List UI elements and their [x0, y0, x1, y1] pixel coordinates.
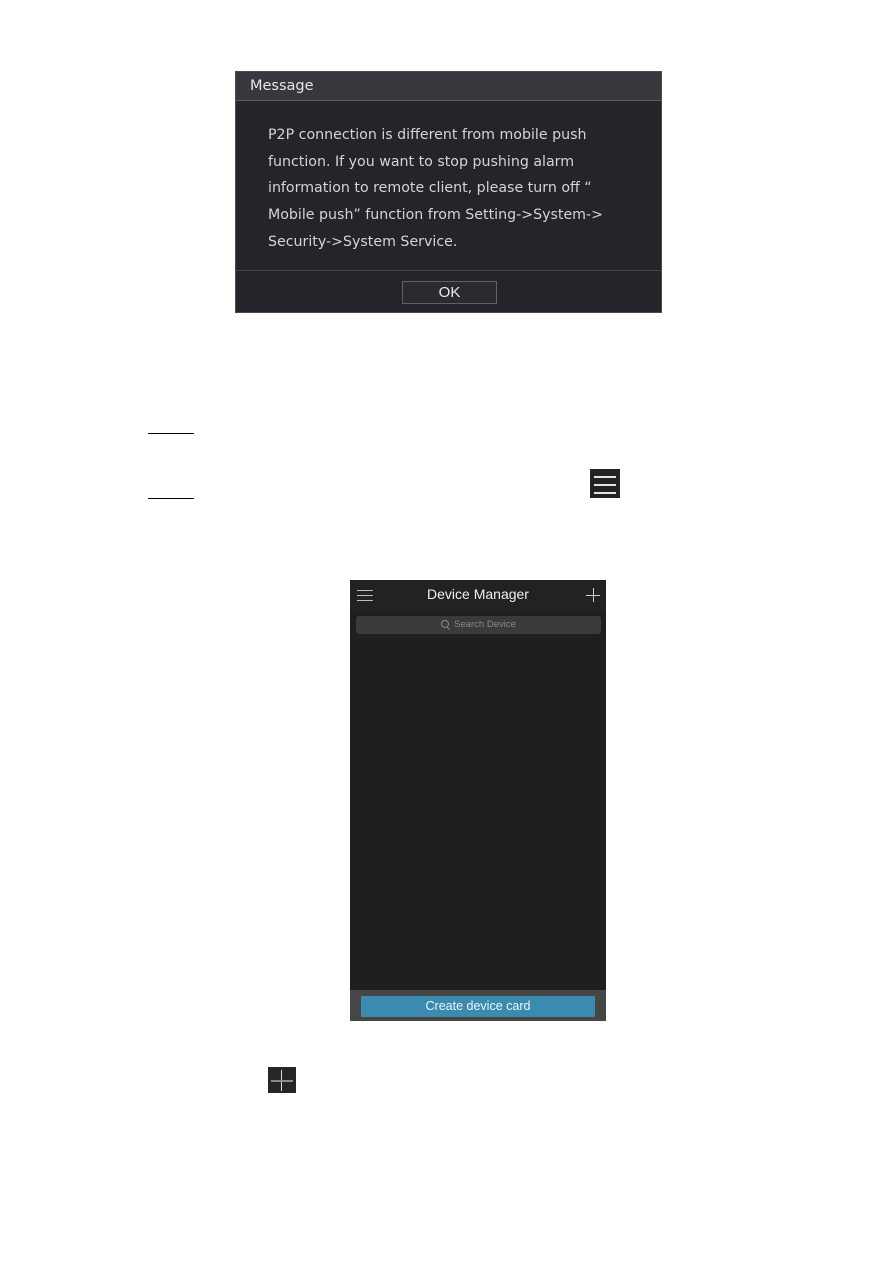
device-list	[350, 638, 606, 990]
step-underline	[148, 433, 194, 434]
plus-icon	[268, 1067, 296, 1093]
message-line: Security->System Service.	[268, 233, 458, 250]
menu-icon-bar	[594, 492, 616, 494]
ok-button[interactable]: OK	[402, 281, 497, 304]
step-underline	[148, 498, 194, 499]
dialog-title: Message	[236, 72, 661, 101]
nav-bar: Device Manager	[350, 580, 606, 611]
page-title: Device Manager	[427, 586, 529, 602]
footer-bar: Create device card	[350, 990, 606, 1021]
device-manager-screen: Device Manager Search Device Create devi…	[350, 580, 606, 1021]
plus-icon[interactable]	[586, 588, 600, 602]
menu-icon-bar	[594, 484, 616, 486]
search-device-input[interactable]: Search Device	[356, 616, 601, 634]
message-dialog: Message P2P connection is different from…	[235, 71, 662, 313]
search-placeholder: Search Device	[454, 619, 516, 630]
message-line: function. If you want to stop pushing al…	[268, 153, 575, 170]
search-icon	[441, 620, 450, 628]
message-line: P2P connection is different from mobile …	[268, 127, 587, 143]
menu-icon	[590, 469, 620, 498]
message-line: information to remote client, please tur…	[268, 180, 592, 197]
dialog-message: P2P connection is different from mobile …	[268, 122, 638, 256]
dialog-divider	[236, 270, 661, 271]
menu-icon-bar	[594, 476, 616, 478]
create-device-card-button[interactable]: Create device card	[361, 996, 595, 1017]
message-line: Mobile push” function from Setting->Syst…	[268, 207, 603, 224]
